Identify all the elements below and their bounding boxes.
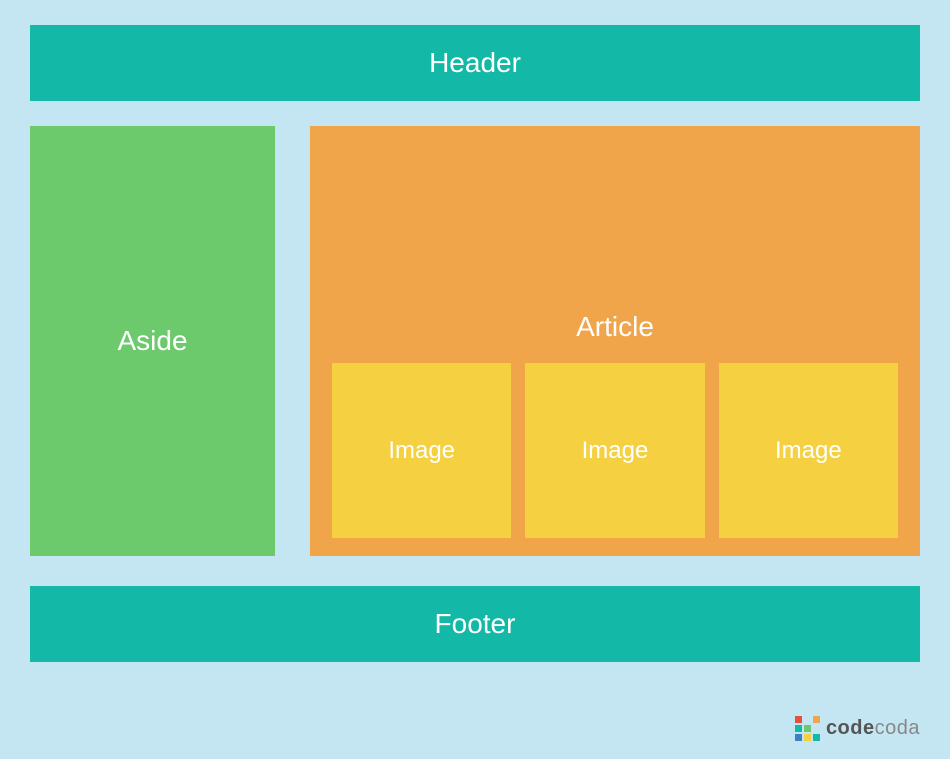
logo-suffix: coda bbox=[875, 717, 920, 739]
logo-cell bbox=[804, 716, 811, 723]
logo-cell bbox=[804, 734, 811, 741]
image-row: Image Image Image bbox=[310, 363, 920, 556]
logo-cell bbox=[813, 725, 820, 732]
logo-cell bbox=[795, 716, 802, 723]
logo-cell bbox=[813, 716, 820, 723]
image-box: Image bbox=[332, 363, 511, 538]
layout-header-region: Header bbox=[30, 25, 920, 101]
logo-cell bbox=[795, 734, 802, 741]
logo-prefix: code bbox=[826, 717, 875, 739]
logo-cell bbox=[804, 725, 811, 732]
image-label: Image bbox=[388, 437, 455, 465]
logo-grid-icon bbox=[795, 716, 820, 741]
layout-main-region: Aside Article Image Image Image bbox=[30, 126, 920, 556]
codecoda-logo: codecoda bbox=[795, 716, 920, 741]
logo-cell bbox=[795, 725, 802, 732]
layout-aside-region: Aside bbox=[30, 126, 275, 556]
layout-article-region: Article Image Image Image bbox=[310, 126, 920, 556]
image-label: Image bbox=[582, 437, 649, 465]
footer-label: Footer bbox=[435, 608, 516, 639]
header-label: Header bbox=[429, 47, 521, 78]
image-box: Image bbox=[525, 363, 704, 538]
logo-cell bbox=[813, 734, 820, 741]
logo-text: codecoda bbox=[826, 717, 920, 740]
aside-label: Aside bbox=[117, 325, 187, 357]
image-label: Image bbox=[775, 437, 842, 465]
article-label: Article bbox=[576, 311, 654, 343]
article-label-wrap: Article bbox=[310, 126, 920, 363]
layout-footer-region: Footer bbox=[30, 586, 920, 662]
image-box: Image bbox=[719, 363, 898, 538]
